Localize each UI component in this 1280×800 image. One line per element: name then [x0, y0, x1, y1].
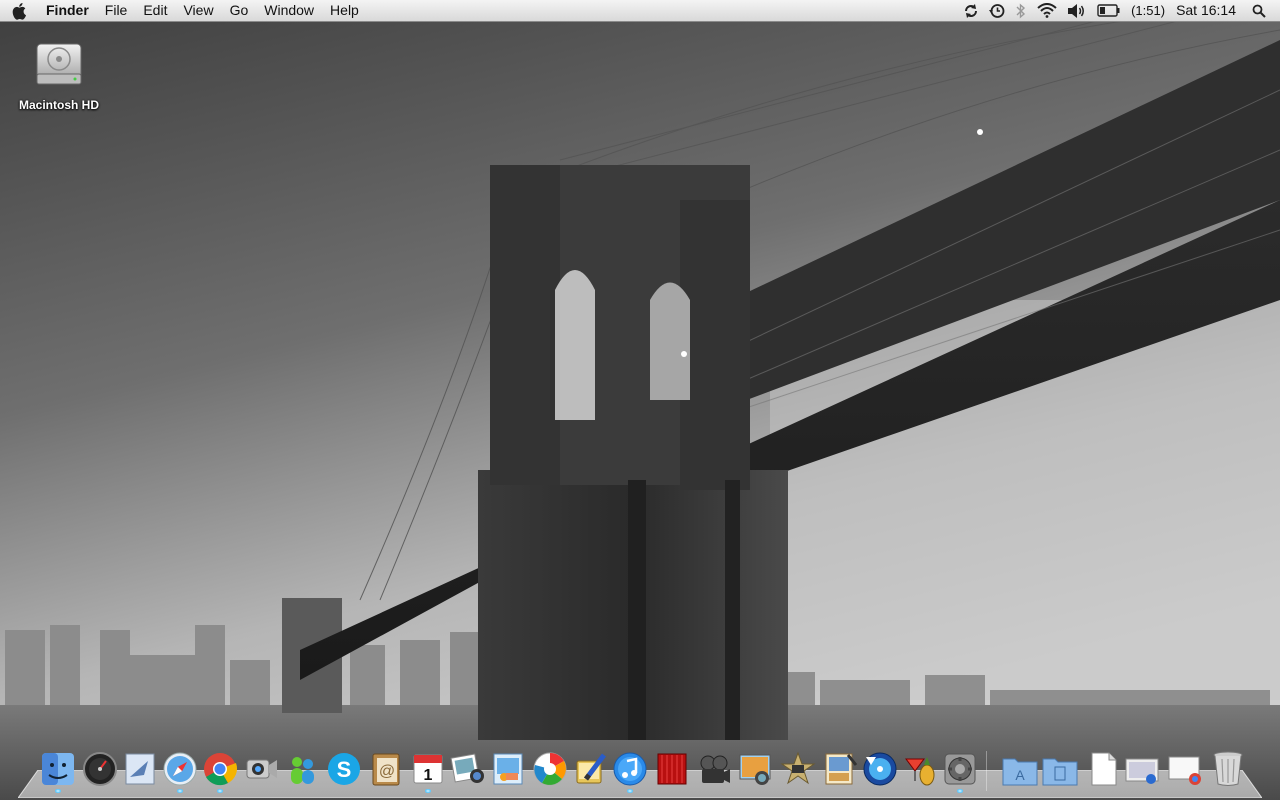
finder-icon[interactable] — [38, 743, 78, 793]
menu-bar: Finder File Edit View Go Window Help (1:… — [0, 0, 1280, 22]
downloads-stack-icon[interactable] — [1122, 743, 1162, 787]
menu-view[interactable]: View — [175, 0, 221, 21]
system-preferences-icon[interactable] — [940, 743, 980, 793]
picasa-icon[interactable] — [530, 743, 570, 787]
menu-window[interactable]: Window — [256, 0, 322, 21]
image-capture-icon[interactable] — [820, 743, 860, 787]
time-machine-icon[interactable] — [984, 0, 1010, 21]
bluetooth-icon[interactable] — [1010, 0, 1032, 21]
imovie-icon[interactable] — [694, 743, 734, 787]
safari-icon[interactable] — [160, 743, 200, 793]
svg-text:@: @ — [379, 763, 395, 780]
apple-menu-icon[interactable] — [0, 0, 40, 21]
spotlight-icon[interactable] — [1246, 0, 1280, 21]
menubar-clock[interactable]: Sat 16:14 — [1170, 0, 1246, 21]
dashboard-icon[interactable] — [80, 743, 120, 787]
menu-help[interactable]: Help — [322, 0, 367, 21]
wifi-icon[interactable] — [1032, 0, 1062, 21]
skype-icon[interactable]: S — [324, 743, 364, 787]
hard-drive-icon — [33, 38, 85, 90]
dock: S @ 1 A — [36, 743, 1256, 793]
trash-icon[interactable] — [1208, 743, 1248, 787]
chrome-icon[interactable] — [200, 743, 240, 793]
chrome-downloads-icon[interactable] — [1166, 743, 1206, 787]
address-book-icon[interactable]: @ — [366, 743, 406, 787]
documents-folder-icon[interactable] — [1040, 743, 1080, 787]
svg-text:A: A — [1015, 767, 1025, 783]
preview-icon[interactable] — [488, 743, 528, 787]
photo-booth-icon[interactable] — [736, 743, 776, 787]
dvd-player-icon[interactable] — [860, 743, 900, 787]
itunes-icon[interactable] — [610, 743, 650, 793]
menu-file[interactable]: File — [97, 0, 136, 21]
menu-edit[interactable]: Edit — [135, 0, 175, 21]
menu-go[interactable]: Go — [222, 0, 257, 21]
menu-app-name[interactable]: Finder — [40, 0, 97, 21]
dock-separator — [986, 751, 987, 791]
document-icon[interactable] — [1084, 743, 1124, 787]
volume-icon[interactable] — [1062, 0, 1092, 21]
mail-icon[interactable] — [120, 743, 160, 787]
facetime-icon[interactable] — [242, 743, 282, 787]
cocktail-icon[interactable] — [900, 743, 940, 787]
battery-time[interactable]: (1:51) — [1126, 0, 1170, 21]
iphoto-icon[interactable] — [448, 743, 488, 787]
battery-icon[interactable] — [1092, 0, 1126, 21]
applications-folder-icon[interactable]: A — [1000, 743, 1040, 787]
svg-text:S: S — [337, 757, 352, 782]
messenger-icon[interactable] — [282, 743, 322, 787]
desktop-wallpaper — [0, 0, 1280, 800]
desktop-icon-label: Macintosh HD — [18, 98, 99, 112]
svg-text:1: 1 — [424, 767, 433, 784]
front-row-icon[interactable] — [652, 743, 692, 787]
desktop-icon-macintosh-hd[interactable]: Macintosh HD — [10, 38, 108, 112]
ical-icon[interactable]: 1 — [408, 743, 448, 793]
sync-icon[interactable] — [958, 0, 984, 21]
pixelmator-icon[interactable] — [570, 743, 610, 787]
imovie-star-icon[interactable] — [778, 743, 818, 787]
